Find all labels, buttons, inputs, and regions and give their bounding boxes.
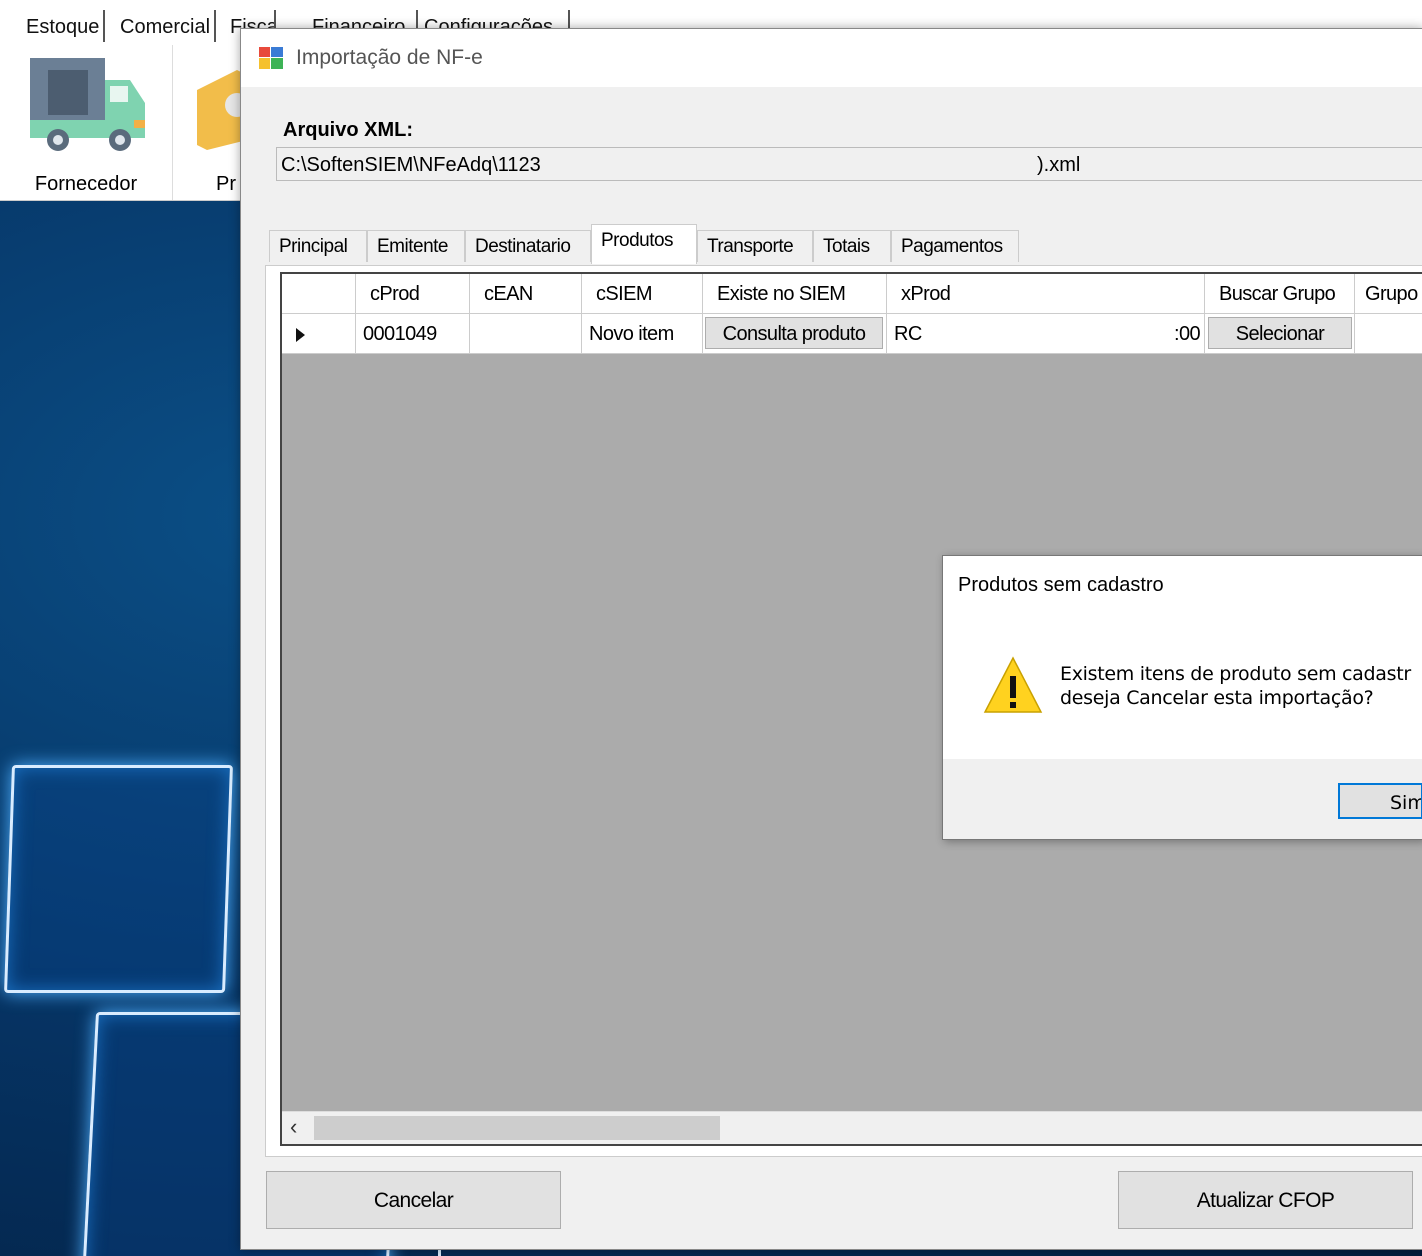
column-header-xprod[interactable]: xProd xyxy=(887,274,1205,314)
xml-file-path-field[interactable]: C:\SoftenSIEM\NFeAdq\1123 ).xml xyxy=(276,147,1422,181)
tab-principal[interactable]: Principal xyxy=(269,230,367,262)
tab-transporte[interactable]: Transporte xyxy=(697,230,813,262)
cell-cprod[interactable]: 0001049 xyxy=(356,314,470,354)
cell-buscar-grupo: Selecionar xyxy=(1205,314,1355,354)
column-header-grupo[interactable]: Grupo xyxy=(1355,274,1422,314)
scroll-left-icon[interactable]: ‹ xyxy=(290,1114,297,1140)
scrollbar-thumb[interactable] xyxy=(314,1116,720,1140)
cell-csiem[interactable]: Novo item xyxy=(582,314,703,354)
menu-tab-estoque[interactable]: Estoque xyxy=(22,10,106,42)
background-decoration xyxy=(4,765,233,993)
horizontal-scrollbar[interactable]: ‹ xyxy=(282,1111,1422,1144)
selecionar-grupo-button[interactable]: Selecionar xyxy=(1208,317,1352,349)
cell-cean[interactable] xyxy=(470,314,582,354)
tab-produtos[interactable]: Produtos xyxy=(591,224,697,264)
fornecedor-label: Fornecedor xyxy=(34,173,138,195)
dialog-title: Produtos sem cadastro xyxy=(958,574,1164,596)
dialog-message: Existem itens de produto sem cadastr des… xyxy=(1060,662,1411,710)
warning-icon xyxy=(983,656,1043,713)
truck-icon xyxy=(30,58,145,151)
column-header-csiem[interactable]: cSIEM xyxy=(582,274,703,314)
column-header-cprod[interactable]: cProd xyxy=(356,274,470,314)
produtos-sem-cadastro-dialog: Produtos sem cadastro Existem itens de p… xyxy=(942,555,1422,840)
grid-header-row: cProd cEAN cSIEM Existe no SIEM xProd Bu… xyxy=(282,274,1422,314)
window-title: Importação de NF-e xyxy=(296,46,483,69)
xml-file-extension: ).xml xyxy=(1037,154,1081,176)
row-header-cell[interactable] xyxy=(282,314,356,354)
cell-xprod[interactable]: RC :00 xyxy=(887,314,1205,354)
consulta-produto-button[interactable]: Consulta produto xyxy=(705,317,883,349)
dialog-footer: Sim xyxy=(943,759,1422,839)
dialog-message-line1: Existem itens de produto sem cadastr xyxy=(1060,663,1411,685)
app-icon xyxy=(259,47,283,69)
xprod-value: RC xyxy=(894,323,922,345)
column-header-cean[interactable]: cEAN xyxy=(470,274,582,314)
tab-pagamentos[interactable]: Pagamentos xyxy=(891,230,1019,262)
fornecedor-button[interactable]: Fornecedor xyxy=(0,45,173,200)
cell-grupo[interactable] xyxy=(1355,314,1422,354)
produto-button[interactable]: Pr xyxy=(172,45,243,200)
yes-button[interactable]: Sim xyxy=(1338,783,1422,819)
column-header-existe-no-siem[interactable]: Existe no SIEM xyxy=(703,274,887,314)
tab-destinatario[interactable]: Destinatario xyxy=(465,230,591,262)
window-titlebar[interactable]: Importação de NF-e xyxy=(241,29,1422,87)
dialog-message-line2: deseja Cancelar esta importação? xyxy=(1060,687,1374,709)
menu-tab-comercial[interactable]: Comercial xyxy=(116,10,217,42)
grid-corner-cell xyxy=(282,274,356,314)
cancel-button[interactable]: Cancelar xyxy=(266,1171,561,1229)
xml-file-label: Arquivo XML: xyxy=(283,119,413,141)
xml-file-path: C:\SoftenSIEM\NFeAdq\1123 xyxy=(281,154,541,176)
cell-existe-no-siem: Consulta produto xyxy=(703,314,887,354)
produto-label: Pr xyxy=(216,173,236,195)
box-icon xyxy=(197,70,242,150)
xprod-value-tail: :00 xyxy=(1173,323,1201,345)
column-header-buscar-grupo[interactable]: Buscar Grupo xyxy=(1205,274,1355,314)
row-pointer-icon xyxy=(296,328,305,342)
update-cfop-button[interactable]: Atualizar CFOP xyxy=(1118,1171,1413,1229)
table-row[interactable]: 0001049 Novo item Consulta produto RC :0… xyxy=(282,314,1422,354)
tab-totais[interactable]: Totais xyxy=(813,230,891,262)
tab-emitente[interactable]: Emitente xyxy=(367,230,465,262)
